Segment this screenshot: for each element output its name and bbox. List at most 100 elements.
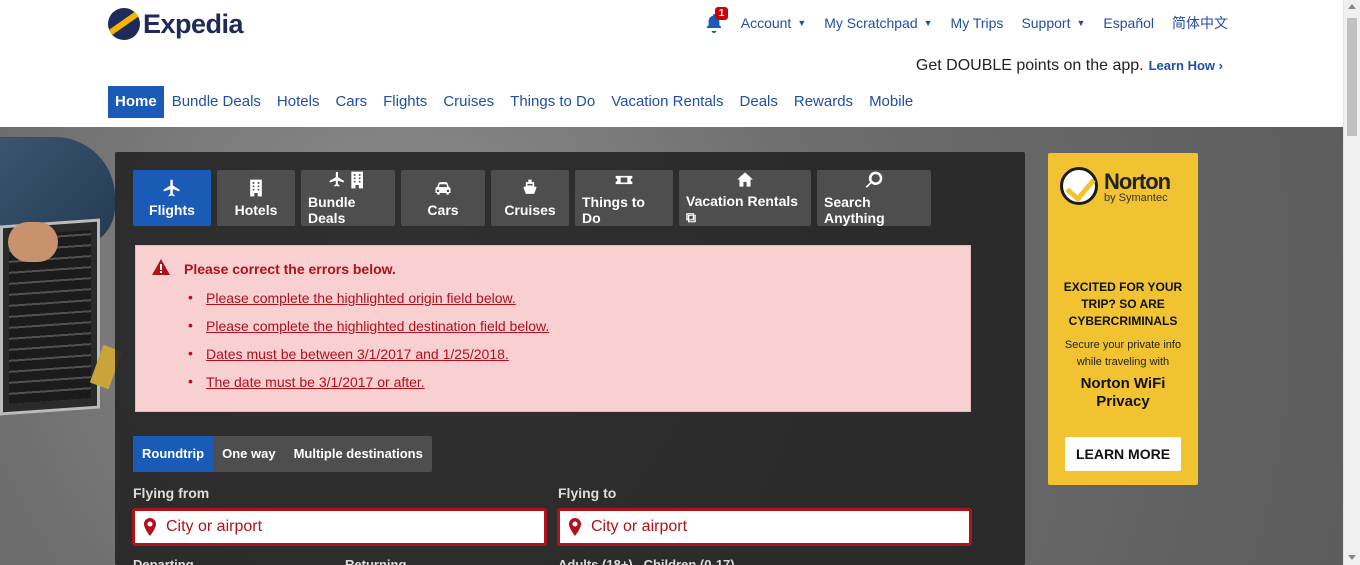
tab-vacation-rentals[interactable]: Vacation Rentals ⧉	[679, 170, 811, 226]
error-title: Please correct the errors below.	[184, 261, 396, 277]
chevron-down-icon: ▼	[1076, 18, 1086, 28]
scrollbar-thumb[interactable]	[1347, 18, 1357, 136]
nav-cruises[interactable]: Cruises	[435, 86, 502, 118]
passengers-label: Adults (18+) Children (0-17)	[558, 557, 735, 565]
car-icon	[435, 182, 451, 195]
chevron-down-icon: ▼	[797, 18, 807, 28]
chinese-language-link[interactable]: 简体中文	[1172, 13, 1228, 33]
tab-things-to-do[interactable]: Things to Do	[575, 170, 673, 226]
warning-icon	[152, 259, 170, 275]
flying-from-label: Flying from	[133, 485, 210, 501]
tab-vacation-rentals-text: Vacation Rentals	[686, 193, 799, 209]
building-icon	[250, 179, 262, 197]
notifications-bell[interactable]: 1	[705, 7, 729, 33]
error-destination-link[interactable]: Please complete the highlighted destinat…	[188, 317, 549, 334]
nav-mobile[interactable]: Mobile	[861, 86, 921, 118]
spanish-language-link[interactable]: Español	[1103, 15, 1154, 31]
error-date-min-link[interactable]: The date must be 3/1/2017 or after.	[188, 373, 549, 390]
scratchpad-link[interactable]: My Scratchpad ▼	[824, 15, 932, 31]
trip-roundtrip[interactable]: Roundtrip	[133, 436, 214, 472]
norton-ad[interactable]: Norton by Symantec EXCITED FOR YOUR TRIP…	[1048, 153, 1198, 485]
chevron-down-icon: ▼	[923, 18, 933, 28]
nav-cars[interactable]: Cars	[327, 86, 375, 118]
norton-brand-sub: by Symantec	[1104, 191, 1168, 204]
trip-one-way[interactable]: One way	[213, 436, 284, 472]
error-summary: Please correct the errors below. Please …	[135, 245, 971, 412]
ad-body: Secure your private info while traveling…	[1064, 339, 1182, 368]
house-icon	[737, 172, 753, 187]
nav-rewards[interactable]: Rewards	[786, 86, 861, 118]
brand-name: Expedia	[143, 8, 244, 39]
flying-from-input[interactable]	[166, 518, 526, 536]
norton-check-icon	[1060, 167, 1098, 205]
tab-search-anything-label: Search Anything	[824, 194, 885, 226]
tab-bundle-deals[interactable]: Bundle Deals	[301, 170, 395, 226]
globe-icon	[108, 8, 140, 40]
ship-icon	[523, 179, 537, 194]
scroll-up-arrow-icon[interactable]	[1348, 4, 1356, 9]
tab-cars-label: Cars	[427, 202, 459, 218]
chinese-label: 简体中文	[1172, 15, 1228, 31]
norton-logo: Norton by Symantec	[1060, 167, 1171, 205]
expedia-logo[interactable]: Expedia	[108, 8, 244, 40]
top-links: 1 Account ▼ My Scratchpad ▼ My Trips Suppo…	[705, 7, 1228, 33]
flying-to-label: Flying to	[558, 485, 617, 501]
tab-vacation-rentals-label: Vacation Rentals ⧉	[686, 193, 804, 226]
nav-deals[interactable]: Deals	[732, 86, 786, 118]
ad-headline: EXCITED FOR YOUR TRIP? SO ARE CYBERCRIMI…	[1063, 280, 1183, 328]
tab-hotels-label: Hotels	[234, 202, 278, 218]
nav-vacation-rentals[interactable]: Vacation Rentals	[603, 86, 731, 118]
scroll-down-arrow-icon[interactable]	[1348, 555, 1356, 560]
plane-building-icon	[329, 171, 363, 189]
nav-things-to-do[interactable]: Things to Do	[502, 86, 603, 118]
my-trips-link[interactable]: My Trips	[951, 15, 1004, 31]
external-link-icon: ⧉	[686, 209, 696, 225]
location-pin-icon	[144, 518, 156, 536]
account-link[interactable]: Account ▼	[741, 15, 807, 31]
search-icon	[865, 171, 883, 188]
hero-photo-laptop-person	[0, 137, 123, 416]
flying-from-field[interactable]	[132, 508, 547, 546]
plane-icon	[163, 179, 180, 197]
nav-hotels[interactable]: Hotels	[269, 86, 328, 118]
app-promo-text: Get DOUBLE points on the app.	[915, 57, 1144, 74]
page-scrollbar[interactable]	[1343, 0, 1360, 565]
nav-home[interactable]: Home	[108, 86, 164, 118]
learn-how-link[interactable]: Learn How ›	[1149, 58, 1223, 73]
flying-to-input[interactable]	[591, 518, 951, 536]
hero-hand	[8, 222, 58, 262]
learn-more-button[interactable]: LEARN MORE	[1065, 437, 1181, 471]
trip-multiple-destinations[interactable]: Multiple destinations	[285, 436, 432, 472]
scratchpad-label: My Scratchpad	[824, 15, 918, 31]
account-label: Account	[740, 15, 792, 31]
app-promo: Get DOUBLE points on the app. Learn How …	[916, 57, 1223, 75]
nav-flights[interactable]: Flights	[375, 86, 435, 118]
location-pin-icon	[569, 518, 581, 536]
support-link[interactable]: Support ▼	[1021, 15, 1085, 31]
returning-label: Returning	[345, 557, 407, 565]
support-label: Support	[1021, 15, 1071, 31]
tab-cruises-label: Cruises	[504, 202, 556, 218]
tab-hotels[interactable]: Hotels	[217, 170, 295, 226]
search-tabs: Flights Hotels Bundle Deals Cars Cruises…	[133, 170, 931, 226]
tab-flights-label: Flights	[149, 202, 195, 218]
site-header: Expedia 1 Account ▼ My Scratchpad ▼ My Tri…	[0, 0, 1343, 127]
tab-flights[interactable]: Flights	[133, 170, 211, 226]
flying-to-field[interactable]	[557, 508, 972, 546]
tab-cruises[interactable]: Cruises	[491, 170, 569, 226]
my-trips-label: My Trips	[950, 15, 1004, 31]
spanish-label: Español	[1103, 15, 1154, 31]
tab-cars[interactable]: Cars	[401, 170, 485, 226]
error-date-range-link[interactable]: Dates must be between 3/1/2017 and 1/25/…	[188, 345, 549, 362]
nav-bundle-deals[interactable]: Bundle Deals	[164, 86, 269, 118]
tab-search-anything[interactable]: Search Anything	[817, 170, 931, 226]
departing-label: Departing	[133, 557, 194, 565]
ticket-icon	[615, 175, 633, 185]
error-origin-link[interactable]: Please complete the highlighted origin f…	[188, 289, 549, 306]
tab-things-to-do-label: Things to Do	[582, 194, 645, 226]
main-nav: Home Bundle Deals Hotels Cars Flights Cr…	[108, 86, 921, 118]
norton-name: Norton by Symantec	[1104, 169, 1171, 204]
error-list: Please complete the highlighted origin f…	[188, 289, 549, 402]
tab-bundle-deals-label: Bundle Deals	[308, 194, 356, 226]
notification-badge: 1	[714, 7, 729, 20]
